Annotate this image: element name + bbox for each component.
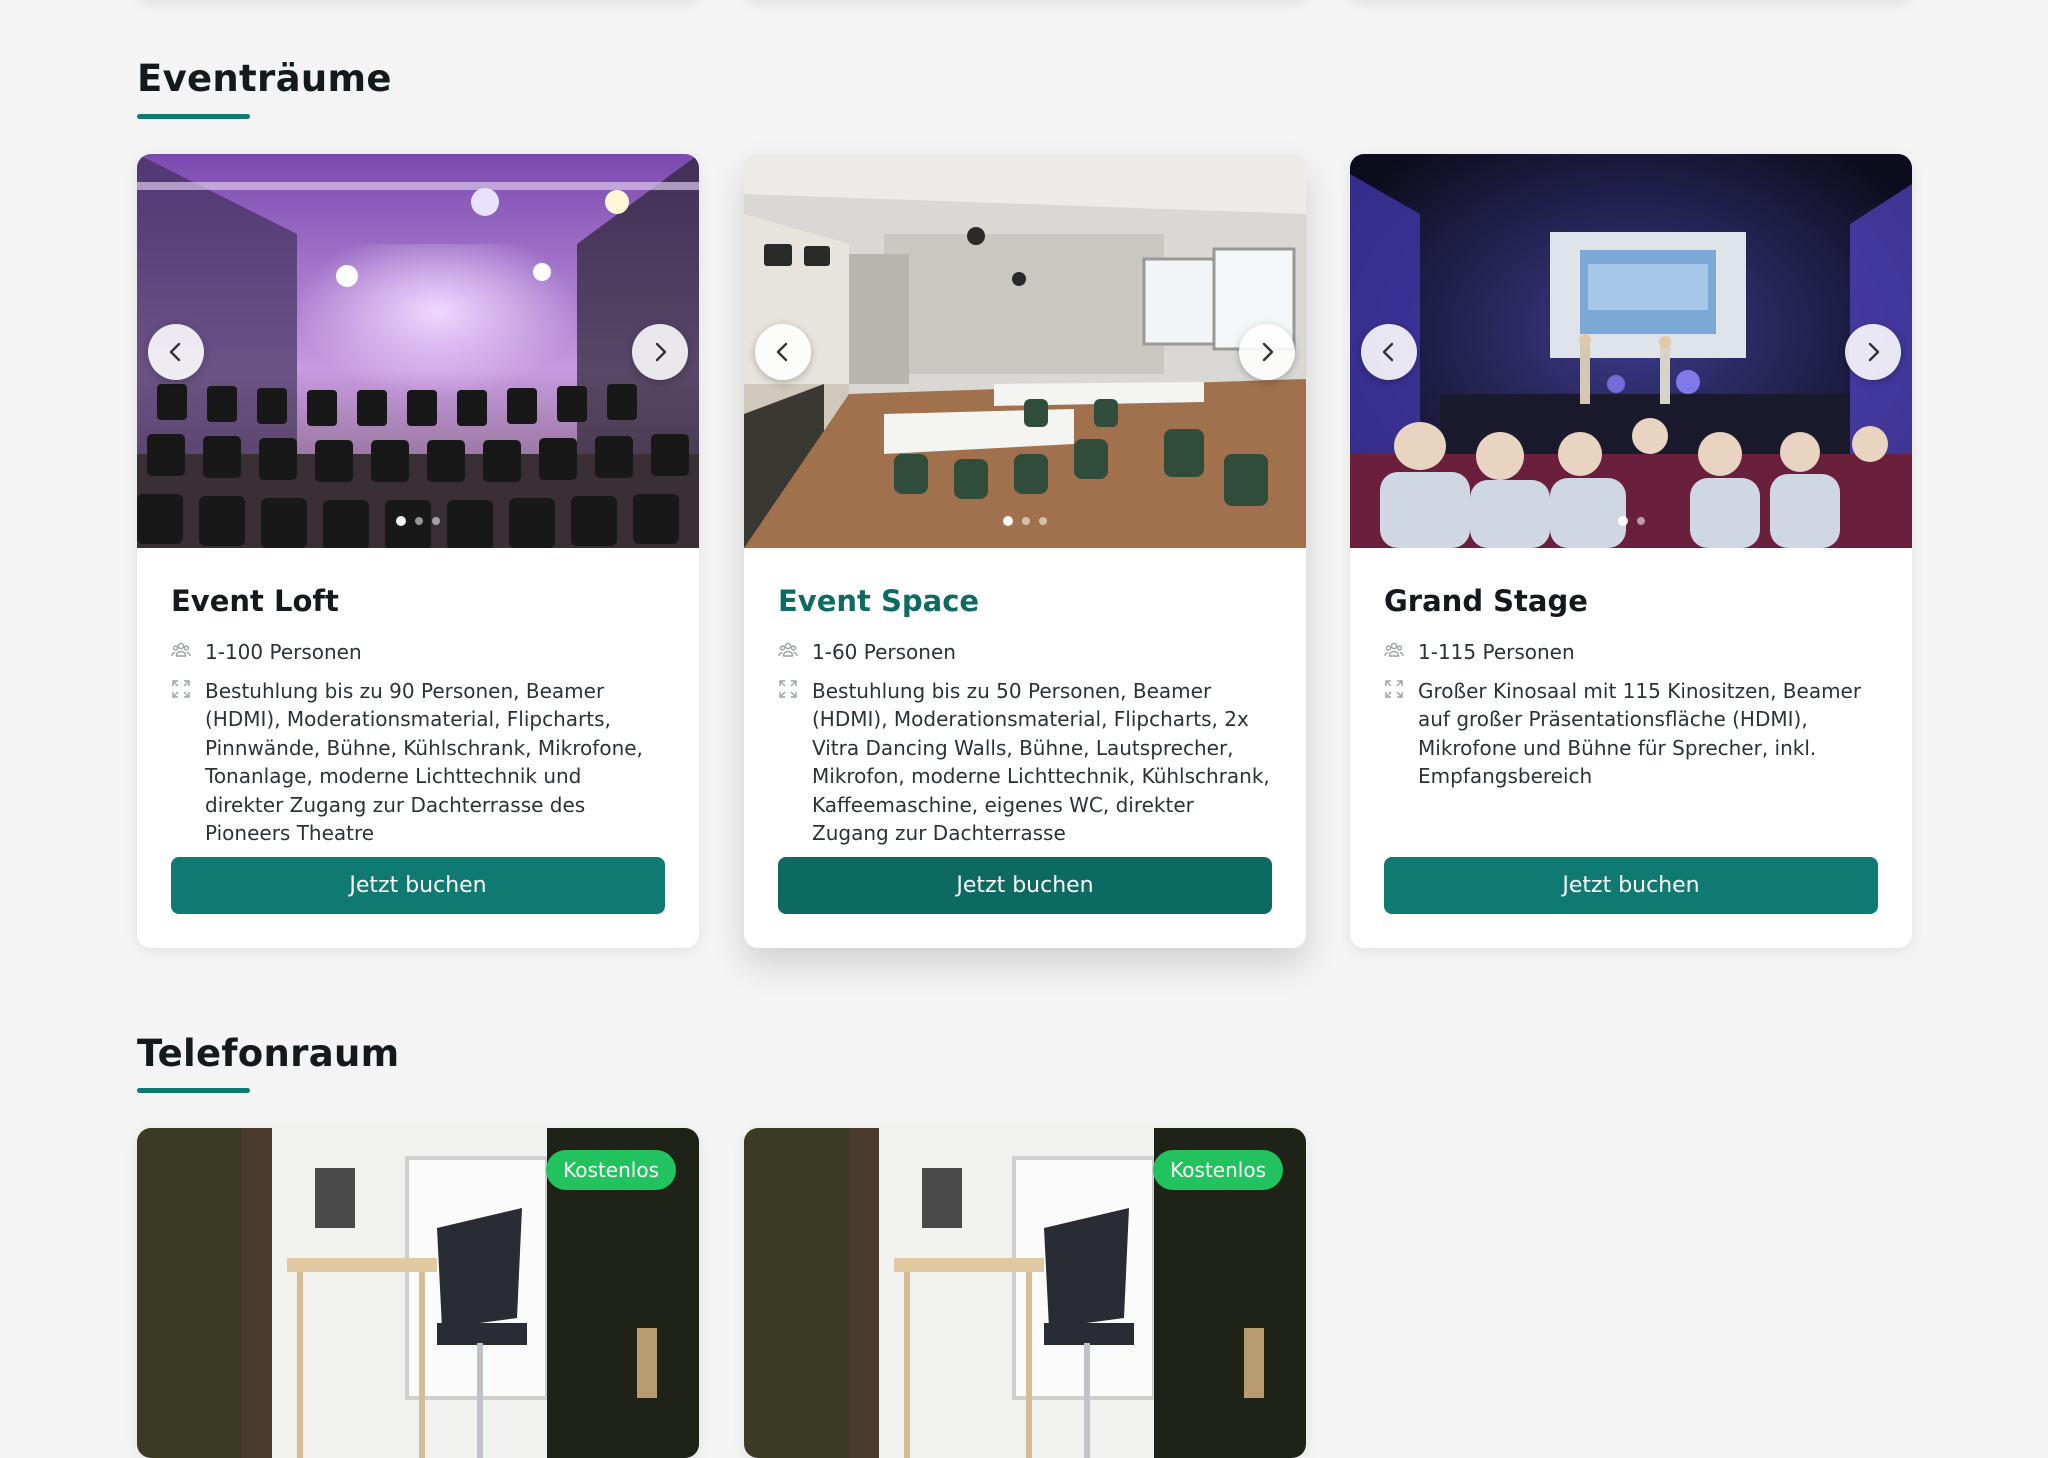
carousel-next-button[interactable] (1239, 324, 1295, 380)
room-title[interactable]: Event Loft (171, 584, 665, 618)
capacity-row: 1-100 Personen (171, 638, 665, 667)
chevron-left-icon (169, 342, 181, 362)
chevron-left-icon (1382, 342, 1394, 362)
carousel-dots (137, 516, 699, 526)
section-title-event: Eventräume (137, 57, 392, 100)
chevron-left-icon (776, 342, 788, 362)
event-space-photo (744, 154, 1306, 548)
chevron-right-icon (1262, 342, 1274, 362)
room-photo-carousel[interactable] (744, 154, 1306, 548)
carousel-dot[interactable] (1022, 517, 1030, 525)
expand-icon (172, 679, 190, 698)
carousel-dot[interactable] (396, 516, 406, 526)
carousel-prev-button[interactable] (1361, 324, 1417, 380)
expand-icon (1385, 679, 1403, 698)
book-now-button[interactable]: Jetzt buchen (171, 856, 665, 914)
description-text: Großer Kinosaal mit 115 Kinositzen, Beam… (1418, 678, 1862, 789)
room-photo-carousel[interactable] (137, 154, 699, 548)
room-title[interactable]: Event Space (778, 584, 1272, 618)
description-row: Großer Kinosaal mit 115 Kinositzen, Beam… (1384, 677, 1878, 847)
title-underline (137, 1088, 250, 1093)
expand-icon (779, 679, 797, 698)
room-title[interactable]: Grand Stage (1384, 584, 1878, 618)
carousel-dot[interactable] (1039, 517, 1047, 525)
capacity-text: 1-60 Personen (812, 640, 956, 664)
capacity-row: 1-115 Personen (1384, 638, 1878, 667)
book-now-button[interactable]: Jetzt buchen (778, 856, 1272, 914)
capacity-text: 1-115 Personen (1418, 640, 1575, 664)
free-badge: Kostenlos (546, 1150, 676, 1190)
chevron-right-icon (655, 342, 667, 362)
carousel-dot[interactable] (415, 517, 423, 525)
carousel-prev-button[interactable] (148, 324, 204, 380)
title-underline (137, 114, 250, 119)
description-text: Bestuhlung bis zu 90 Personen, Beamer (H… (205, 678, 643, 846)
room-card-event-loft[interactable]: Event Loft 1-100 Personen Bestuhlung bis… (137, 154, 699, 948)
description-text: Bestuhlung bis zu 50 Personen, Beamer (H… (812, 678, 1270, 846)
people-icon (171, 642, 191, 657)
free-badge: Kostenlos (1153, 1150, 1283, 1190)
carousel-dots (744, 516, 1306, 526)
book-now-button[interactable]: Jetzt buchen (1384, 856, 1878, 914)
carousel-dot[interactable] (1636, 517, 1645, 525)
carousel-dots (1350, 516, 1912, 526)
description-row: Bestuhlung bis zu 50 Personen, Beamer (H… (778, 677, 1272, 847)
room-card-event-space[interactable]: Event Space 1-60 Personen Bestuhlung bis… (744, 154, 1306, 948)
carousel-dot[interactable] (1003, 516, 1013, 526)
description-row: Bestuhlung bis zu 90 Personen, Beamer (H… (171, 677, 665, 847)
carousel-dot[interactable] (432, 517, 440, 525)
capacity-row: 1-60 Personen (778, 638, 1272, 667)
carousel-next-button[interactable] (632, 324, 688, 380)
carousel-next-button[interactable] (1845, 324, 1901, 380)
grand-stage-photo (1350, 154, 1912, 548)
event-loft-photo (137, 154, 699, 548)
capacity-text: 1-100 Personen (205, 640, 362, 664)
room-card-phone-booth[interactable]: Kostenlos (137, 1128, 699, 1458)
people-icon (1384, 642, 1404, 657)
carousel-prev-button[interactable] (755, 324, 811, 380)
carousel-dot[interactable] (1617, 516, 1628, 526)
section-title-phone: Telefonraum (137, 1032, 400, 1075)
people-icon (778, 642, 798, 657)
room-card-phone-booth[interactable]: Kostenlos (744, 1128, 1306, 1458)
chevron-right-icon (1868, 342, 1880, 362)
room-photo-carousel[interactable] (1350, 154, 1912, 548)
room-card-grand-stage[interactable]: Grand Stage 1-115 Personen Großer Kinosa… (1350, 154, 1912, 948)
